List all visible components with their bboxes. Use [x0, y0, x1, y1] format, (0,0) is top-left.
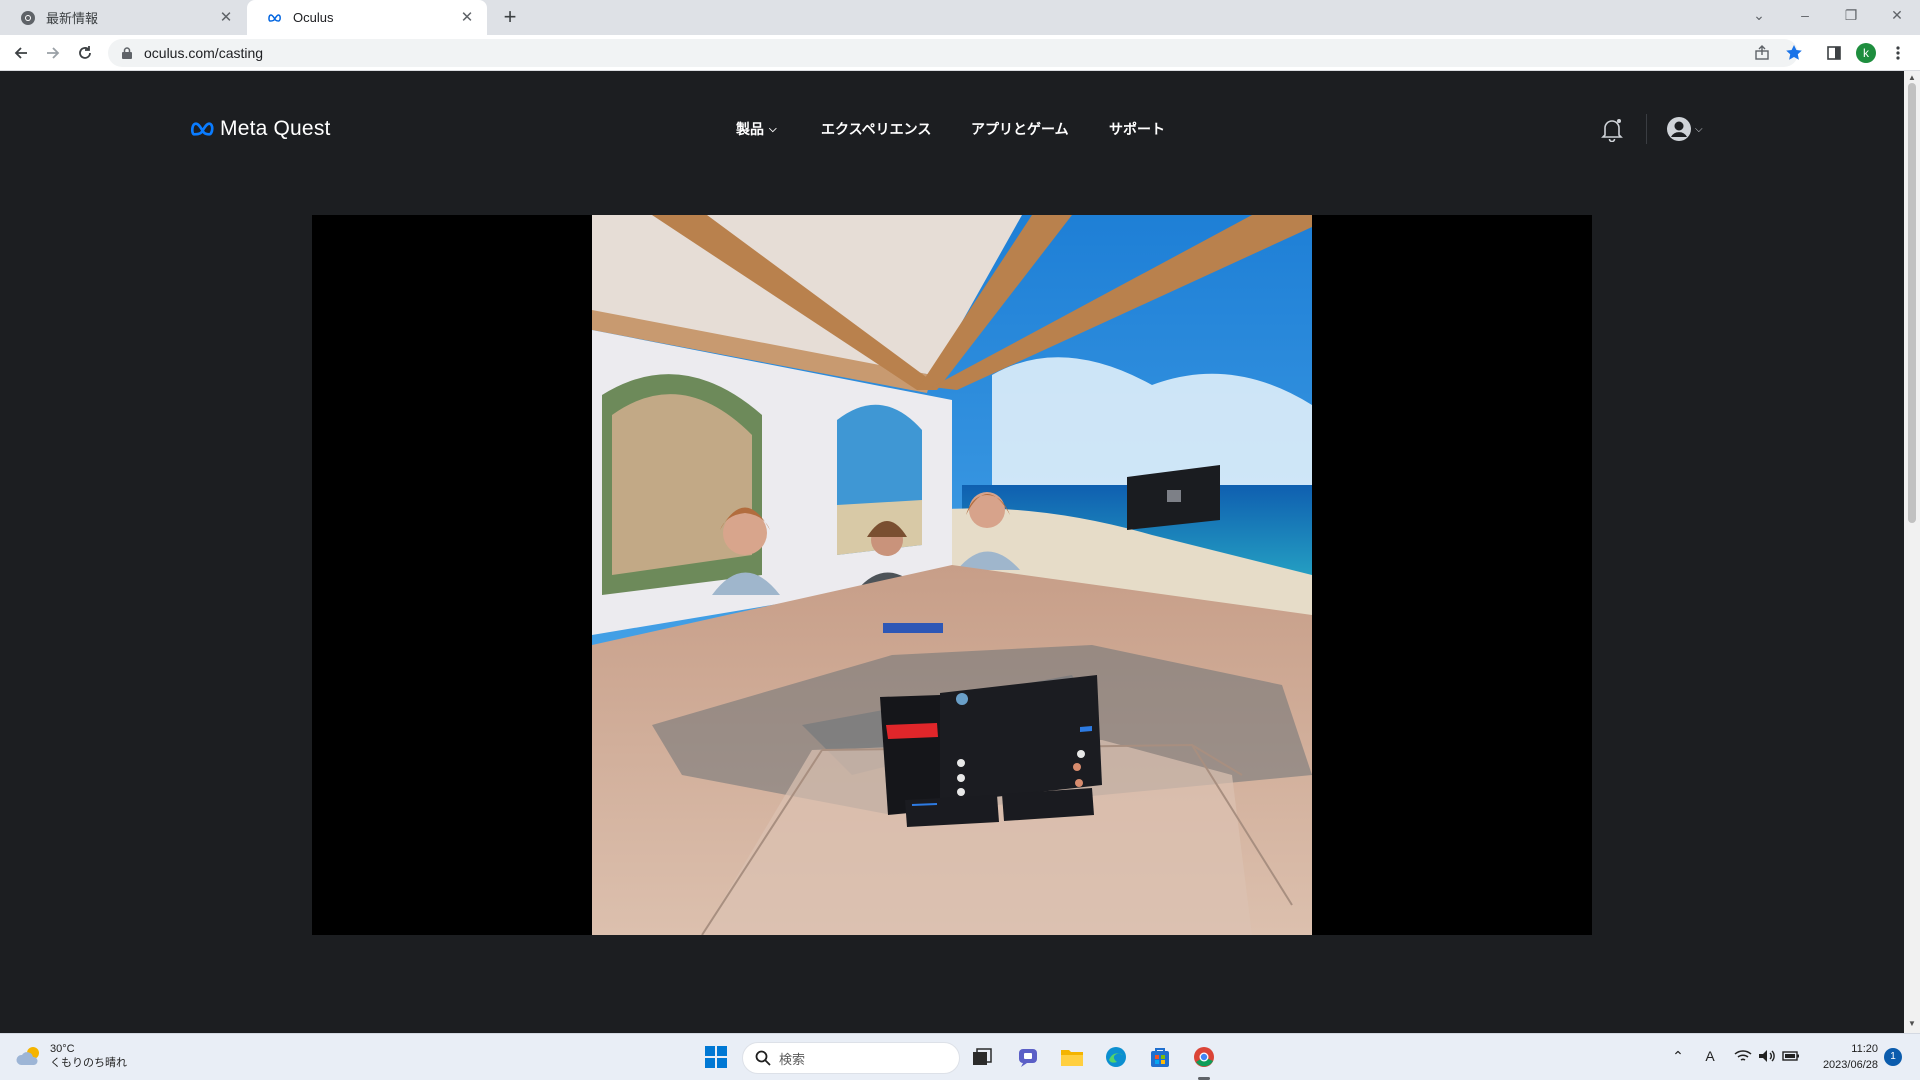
back-arrow-icon[interactable]: [9, 41, 33, 65]
clock-date: 2023/06/28: [1822, 1059, 1878, 1071]
taskbar: 30°C くもりのち晴れ 検索 ⌃ A 11:20 2023/06/28 1: [0, 1033, 1920, 1080]
search-icon: [755, 1050, 771, 1066]
edge-browser-icon[interactable]: [1100, 1041, 1132, 1073]
meta-logo-icon: [190, 122, 214, 136]
meta-quest-logo[interactable]: Meta Quest: [190, 117, 331, 141]
weather-widget[interactable]: 30°C くもりのち晴れ: [16, 1042, 127, 1070]
scroll-up-icon[interactable]: ▲: [1908, 74, 1916, 82]
casting-video-player[interactable]: [312, 215, 1592, 935]
profile-avatar[interactable]: k: [1854, 41, 1878, 65]
page-scrollbar[interactable]: ▲ ▼: [1904, 71, 1920, 1033]
teams-chat-icon[interactable]: [1012, 1041, 1044, 1073]
scrollbar-thumb[interactable]: [1908, 83, 1916, 523]
windows-logo-icon: [705, 1046, 727, 1068]
browser-toolbar: oculus.com/casting k: [0, 35, 1920, 71]
volume-icon[interactable]: [1756, 1046, 1778, 1066]
chrome-icon: [20, 10, 36, 26]
side-panel-icon[interactable]: [1822, 41, 1846, 65]
partly-cloudy-icon: [16, 1047, 39, 1065]
notification-bell-icon[interactable]: [1600, 116, 1624, 143]
tab-strip: 最新情報 ✕ Oculus ✕ + ⌄ – ❐ ✕: [0, 0, 1920, 35]
taskbar-clock[interactable]: 11:20 2023/06/28: [1808, 1041, 1878, 1073]
lock-icon: [122, 47, 132, 59]
vr-cast-view: [592, 215, 1312, 935]
bookmark-star-icon[interactable]: [1782, 41, 1806, 65]
battery-icon[interactable]: [1780, 1046, 1802, 1066]
chevron-down-icon: ⌵: [1695, 123, 1703, 135]
nav-apps-games[interactable]: アプリとゲーム: [971, 119, 1069, 139]
header-divider: [1646, 114, 1647, 144]
microsoft-store-icon[interactable]: [1144, 1041, 1176, 1073]
chevron-down-icon: ⌵: [769, 123, 777, 135]
chrome-taskbar-icon[interactable]: [1188, 1041, 1220, 1073]
clock-time: 11:20: [1851, 1043, 1878, 1055]
page-content: Meta Quest 製品 ⌵ エクスペリエンス アプリとゲーム サポート ⌵: [0, 71, 1904, 1033]
share-icon[interactable]: [1750, 41, 1774, 65]
close-tab-icon[interactable]: ✕: [459, 9, 475, 26]
close-window-icon[interactable]: ✕: [1874, 0, 1920, 30]
user-menu[interactable]: ⌵: [1666, 116, 1703, 142]
site-header: Meta Quest 製品 ⌵ エクスペリエンス アプリとゲーム サポート ⌵: [0, 71, 1904, 191]
tab-oculus[interactable]: Oculus ✕: [247, 0, 487, 35]
nav-experiences[interactable]: エクスペリエンス: [821, 119, 931, 139]
tab-latest-news[interactable]: 最新情報 ✕: [0, 0, 246, 35]
user-avatar-icon: [1667, 117, 1691, 141]
address-bar[interactable]: oculus.com/casting: [108, 39, 1798, 67]
show-hidden-icons[interactable]: ⌃: [1668, 1046, 1688, 1066]
tab-title: 最新情報: [46, 11, 99, 26]
brand-name: Meta Quest: [220, 117, 331, 140]
minimize-icon[interactable]: –: [1782, 0, 1828, 30]
search-placeholder: 検索: [779, 1051, 806, 1067]
url-text: oculus.com/casting: [144, 45, 264, 61]
tab-title: Oculus: [293, 10, 334, 25]
weather-desc: くもりのち晴れ: [50, 1057, 127, 1069]
close-tab-icon[interactable]: ✕: [218, 9, 234, 26]
ime-indicator[interactable]: A: [1698, 1046, 1722, 1066]
nav-support[interactable]: サポート: [1109, 119, 1165, 139]
file-explorer-icon[interactable]: [1056, 1041, 1088, 1073]
restore-icon[interactable]: ❐: [1828, 0, 1874, 30]
start-button[interactable]: [700, 1041, 732, 1073]
vr-scene-image: [592, 215, 1312, 935]
more-menu-icon[interactable]: [1886, 41, 1910, 65]
nav-products[interactable]: 製品 ⌵: [736, 119, 777, 139]
wifi-icon[interactable]: [1732, 1046, 1754, 1066]
notification-badge[interactable]: 1: [1884, 1048, 1902, 1066]
forward-arrow-icon[interactable]: [41, 41, 65, 65]
tab-search-icon[interactable]: ⌄: [1736, 0, 1782, 30]
reload-icon[interactable]: [73, 41, 97, 65]
scroll-down-icon[interactable]: ▼: [1908, 1020, 1916, 1028]
task-view-icon[interactable]: [966, 1041, 998, 1073]
taskbar-search[interactable]: 検索: [742, 1042, 960, 1074]
new-tab-button[interactable]: +: [498, 6, 522, 30]
meta-icon: [267, 10, 283, 26]
weather-temp: 30°C: [50, 1043, 75, 1055]
